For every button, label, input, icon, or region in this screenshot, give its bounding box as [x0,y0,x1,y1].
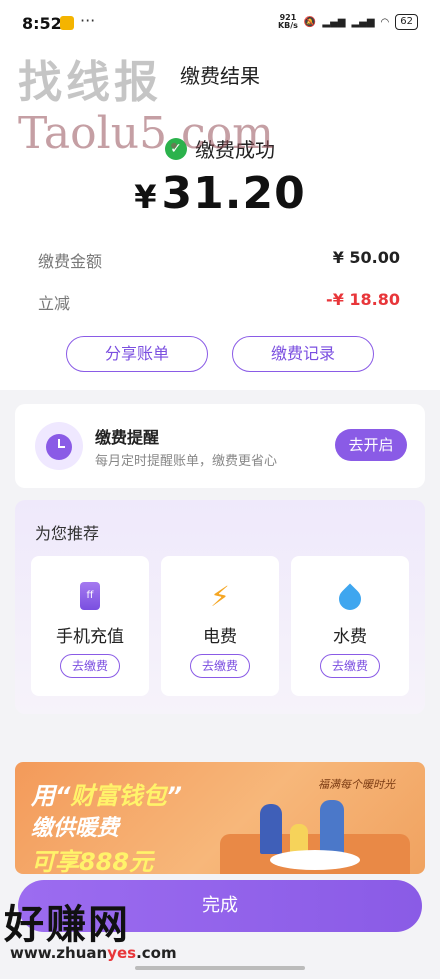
share-bill-button[interactable]: 分享账单 [66,336,208,372]
paid-amount: ¥31.20 [0,168,440,219]
signal-icon: ▂▄▆ [322,16,346,28]
alarm-clock-icon [35,422,83,470]
recommend-label: 水费 [333,627,367,647]
recommend-label: 手机充值 [56,627,124,647]
wifi-icon: ◠ [380,16,390,28]
status-bar: 8:52 ··· 921 KB/s 🔕 ▂▄▆ ▂▄▆ ◠ 62 [0,0,440,50]
reminder-subtitle: 每月定时提醒账单，缴费更省心 [95,454,278,469]
recommendations-title: 为您推荐 [35,524,100,543]
amount-value-original: ¥ 50.00 [332,248,400,267]
banner-line-1: 用“财富钱包” [31,782,182,810]
watermark-top-en: Taolu5.com [18,108,274,159]
banner-line-2: 缴供暖费 [31,816,120,841]
more-notifications-icon: ··· [80,11,96,30]
water-drop-icon [334,583,366,615]
notification-app-icon [60,16,74,30]
amount-label: 缴费金额 [38,252,103,271]
signal-icon-2: ▂▄▆ [351,16,375,28]
watermark-bottom-url: www.zhuanyes.com [10,944,177,962]
home-indicator[interactable] [135,966,305,970]
banner-tagline: 福满每个暖时光 [318,778,395,791]
reminder-title: 缴费提醒 [95,428,160,447]
status-time: 8:52 [22,14,62,33]
discount-value: -¥ 18.80 [326,290,400,309]
amount-value: 31.20 [161,168,306,219]
recommendations-section: 为您推荐 ff 手机充值 去缴费 ⚡ 电费 去缴费 水费 去缴费 [15,500,425,714]
pay-button-mobile[interactable]: 去缴费 [60,654,120,678]
discount-row: 立减 -¥ 18.80 [38,290,400,314]
battery-icon: 62 [395,14,418,30]
payment-records-button[interactable]: 缴费记录 [232,336,374,372]
mute-icon: 🔕 [303,16,317,28]
currency-symbol: ¥ [134,178,158,216]
discount-label: 立减 [38,294,71,313]
banner-line-3: 可享888元 [31,848,154,874]
watermark-top-cn: 找线报 [18,57,162,108]
recommend-label: 电费 [203,627,237,647]
pay-button-water[interactable]: 去缴费 [320,654,380,678]
amount-row: 缴费金额 ¥ 50.00 [38,248,400,272]
status-indicators: 921 KB/s 🔕 ▂▄▆ ▂▄▆ ◠ 62 [278,14,418,30]
promo-banner[interactable]: 用“财富钱包” 缴供暖费 可享888元 福满每个暖时光 [15,762,425,874]
pay-button-electricity[interactable]: 去缴费 [190,654,250,678]
network-speed: 921 KB/s [277,13,298,30]
recommend-card-electricity[interactable]: ⚡ 电费 去缴费 [161,556,279,696]
watermark-bottom-cn: 好赚网 [4,902,130,948]
phone-icon: ff [80,582,100,610]
payment-reminder-card: 缴费提醒 每月定时提醒账单，缴费更省心 去开启 [15,404,425,488]
family-illustration [220,796,410,874]
lightning-icon: ⚡ [210,580,230,613]
enable-reminder-button[interactable]: 去开启 [335,429,407,461]
recommend-card-mobile[interactable]: ff 手机充值 去缴费 [31,556,149,696]
recommend-card-water[interactable]: 水费 去缴费 [291,556,409,696]
